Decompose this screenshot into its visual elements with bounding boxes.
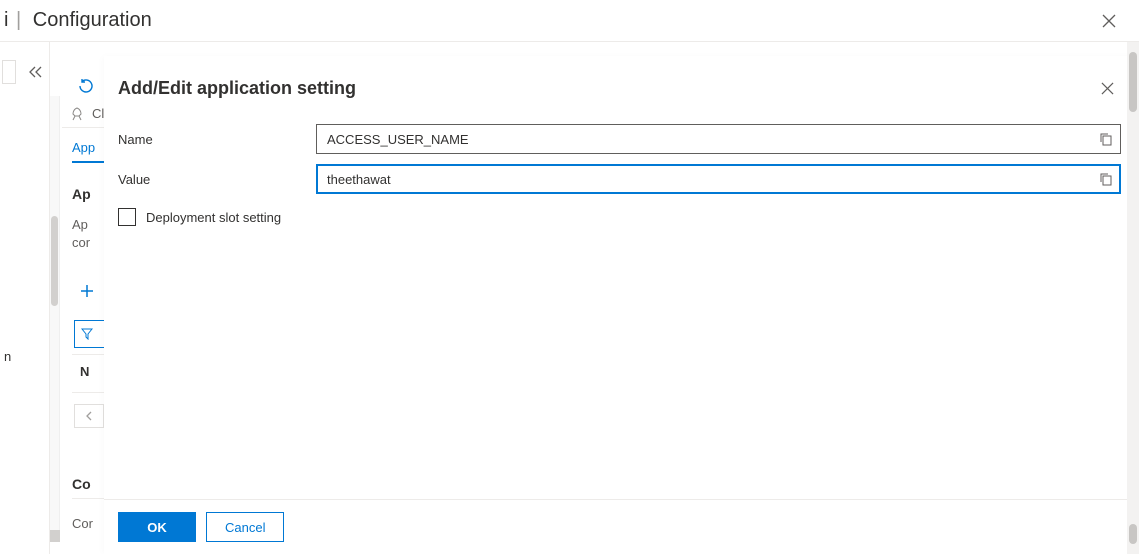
- left-gutter: n: [0, 42, 50, 554]
- form-row-name: Name: [118, 124, 1121, 154]
- copy-value-button[interactable]: [1095, 168, 1117, 190]
- value-input[interactable]: [316, 164, 1121, 194]
- form-row-value: Value: [118, 164, 1121, 194]
- panel-header: Add/Edit application setting: [104, 56, 1135, 108]
- cancel-button[interactable]: Cancel: [206, 512, 284, 542]
- chevron-left-icon: [85, 411, 93, 421]
- close-panel-button[interactable]: [1093, 74, 1121, 102]
- close-icon: [1102, 14, 1116, 28]
- column-header-name[interactable]: N: [80, 364, 89, 379]
- section-heading-connection: Co: [72, 476, 91, 492]
- panel-body: Name Value Deployment slot setting: [104, 108, 1135, 499]
- page-header: i | Configuration: [0, 0, 1139, 42]
- deployment-slot-label: Deployment slot setting: [146, 210, 281, 225]
- scrollbar-bottom-thumb[interactable]: [50, 530, 60, 542]
- page-breadcrumb: Configuration: [33, 9, 152, 31]
- rocket-icon: [70, 107, 84, 121]
- panel-title: Add/Edit application setting: [118, 78, 356, 99]
- breadcrumb-separator: |: [16, 9, 21, 31]
- copy-icon: [1099, 132, 1113, 146]
- page-title-prefix: i: [4, 9, 8, 31]
- close-blade-button[interactable]: [1093, 5, 1125, 37]
- deployment-slot-row: Deployment slot setting: [118, 208, 1121, 226]
- page-title: i | Configuration: [4, 9, 152, 32]
- refresh-icon: [78, 78, 94, 94]
- ok-button[interactable]: OK: [118, 512, 196, 542]
- side-nav-item-truncated[interactable]: n: [4, 349, 11, 364]
- close-icon: [1101, 82, 1114, 95]
- quickstart-label: Cl: [92, 106, 104, 121]
- underlying-config-panel: Cl App Ap Ap cor N Co Cor: [50, 56, 108, 542]
- plus-icon: [80, 284, 94, 298]
- connection-description: Cor: [72, 516, 93, 531]
- inner-scrollbar[interactable]: [50, 96, 60, 536]
- pager-prev-button[interactable]: [74, 404, 104, 428]
- collapse-chevron-button[interactable]: [29, 66, 43, 78]
- copy-icon: [1099, 172, 1113, 186]
- add-setting-button[interactable]: [80, 284, 94, 298]
- panel-footer: OK Cancel: [104, 499, 1135, 554]
- scrollbar-thumb-lower[interactable]: [1129, 524, 1137, 544]
- refresh-button[interactable]: [70, 70, 102, 102]
- name-label: Name: [118, 132, 316, 147]
- deployment-slot-checkbox[interactable]: [118, 208, 136, 226]
- filter-icon: [81, 328, 93, 340]
- page-scrollbar[interactable]: [1127, 42, 1139, 554]
- copy-name-button[interactable]: [1095, 128, 1117, 150]
- value-label: Value: [118, 172, 316, 187]
- chevron-double-left-icon: [29, 66, 43, 78]
- scrollbar-thumb[interactable]: [1129, 52, 1137, 112]
- name-input[interactable]: [316, 124, 1121, 154]
- collapsed-panel-handle[interactable]: [2, 60, 16, 84]
- add-edit-setting-panel: Add/Edit application setting Name Value: [104, 56, 1135, 554]
- scrollbar-thumb[interactable]: [51, 216, 58, 306]
